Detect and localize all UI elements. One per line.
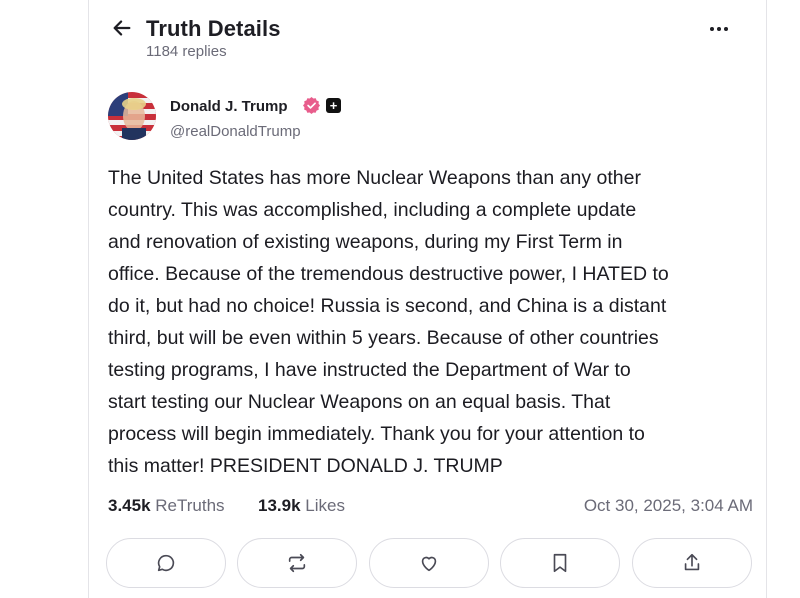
retruth-icon <box>288 553 306 573</box>
bookmark-icon <box>553 553 567 573</box>
post-stats: 3.45k ReTruths 13.9k Likes Oct 30, 2025,… <box>108 496 753 520</box>
page-header: Truth Details 1184 replies <box>108 8 758 68</box>
more-dot-icon <box>717 27 721 31</box>
bookmark-button[interactable] <box>500 538 620 588</box>
verified-badge-icon <box>303 97 320 114</box>
likes-count: 13.9k <box>258 496 301 515</box>
retruth-button[interactable] <box>237 538 357 588</box>
back-button[interactable] <box>108 14 136 42</box>
share-button[interactable] <box>632 538 752 588</box>
more-dot-icon <box>710 27 714 31</box>
action-bar <box>106 538 754 588</box>
post-timestamp: Oct 30, 2025, 3:04 AM <box>583 496 753 515</box>
likes-label: Likes <box>305 496 345 515</box>
like-icon <box>421 556 437 572</box>
post-author: Donald J. Trump + @realDonaldTrump <box>108 92 708 144</box>
author-handle[interactable]: @realDonaldTrump <box>170 123 301 140</box>
arrow-left-icon <box>113 20 131 36</box>
flag-portrait-image <box>108 92 156 140</box>
page-title: Truth Details <box>146 16 281 41</box>
reply-icon <box>157 554 175 572</box>
frame-left-border <box>88 0 89 598</box>
more-dot-icon <box>724 27 728 31</box>
plus-badge: + <box>326 98 341 113</box>
retruths-stat[interactable]: 3.45k ReTruths <box>108 496 225 516</box>
share-icon <box>684 553 700 571</box>
avatar[interactable] <box>108 92 156 140</box>
more-options-button[interactable] <box>704 14 734 44</box>
reply-button[interactable] <box>106 538 226 588</box>
replies-count: 1184 replies <box>146 43 227 60</box>
frame-right-border <box>766 0 767 598</box>
likes-stat[interactable]: 13.9k Likes <box>258 496 345 516</box>
retruths-count: 3.45k <box>108 496 151 515</box>
author-name[interactable]: Donald J. Trump <box>170 98 288 115</box>
retruths-label: ReTruths <box>155 496 225 515</box>
post-body: The United States has more Nuclear Weapo… <box>108 167 669 477</box>
like-button[interactable] <box>369 538 489 588</box>
